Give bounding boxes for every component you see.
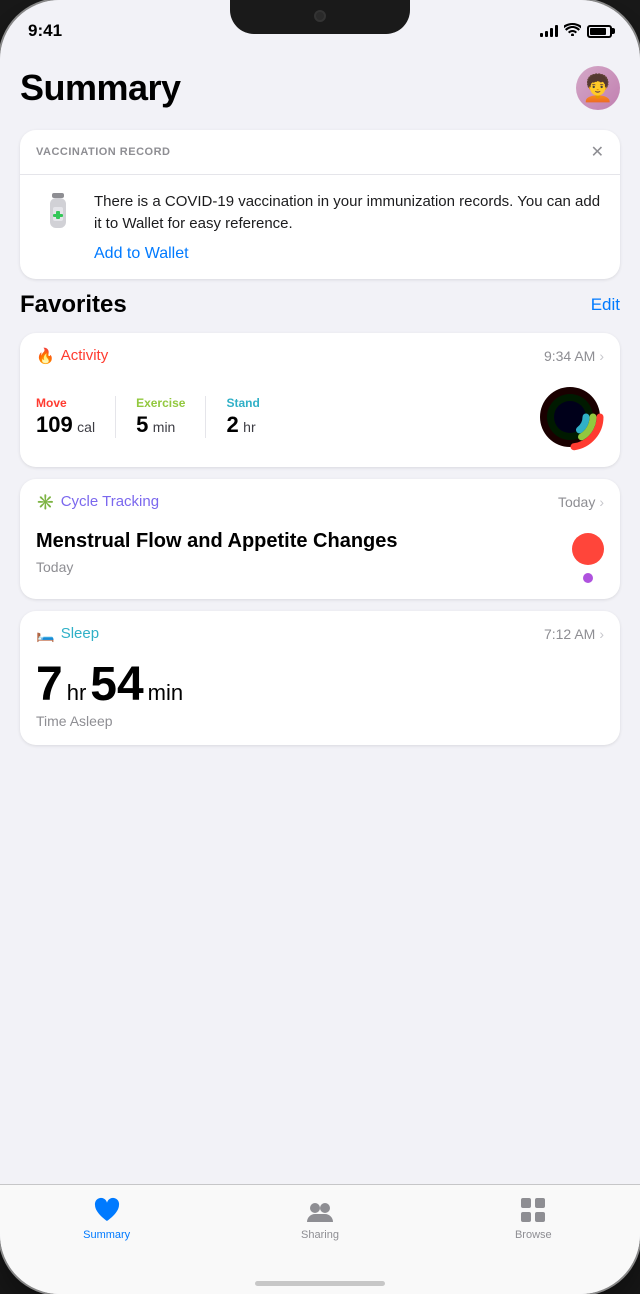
cycle-body: Menstrual Flow and Appetite Changes Toda…	[20, 521, 620, 599]
vaccination-body: There is a COVID-19 vaccination in your …	[20, 175, 620, 279]
activity-ring	[536, 383, 604, 451]
summary-tab-label: Summary	[83, 1229, 130, 1241]
phone-screen: 9:41	[0, 0, 640, 1294]
sleep-card-header: 🛏️ Sleep 7:12 AM ›	[20, 611, 620, 653]
favorites-section-header: Favorites Edit	[20, 291, 620, 319]
favorites-title: Favorites	[20, 291, 127, 319]
activity-time: 9:34 AM ›	[544, 348, 604, 364]
exercise-label: Exercise	[136, 396, 185, 410]
activity-body: Move 109 cal Exercise 5 min	[20, 375, 620, 467]
status-time: 9:41	[28, 21, 62, 41]
sleep-minutes-unit: min	[148, 680, 183, 706]
stand-label: Stand	[226, 396, 259, 410]
activity-stats: Move 109 cal Exercise 5 min	[36, 396, 536, 438]
wifi-icon	[564, 23, 581, 39]
sleep-card[interactable]: 🛏️ Sleep 7:12 AM › 7 hr 54 min T	[20, 611, 620, 745]
stand-unit: hr	[243, 419, 255, 435]
exercise-stat: Exercise 5 min	[136, 396, 206, 438]
chevron-right-icon: ›	[599, 494, 604, 510]
move-label: Move	[36, 396, 95, 410]
tab-sharing[interactable]: Sharing	[213, 1195, 426, 1241]
page-title: Summary	[20, 67, 181, 109]
cycle-info: Menstrual Flow and Appetite Changes Toda…	[36, 529, 572, 575]
chevron-right-icon: ›	[599, 348, 604, 364]
scroll-content[interactable]: Summary 🧑‍🦱 VACCINATION RECORD ✕	[0, 50, 640, 1294]
stand-value: 2 hr	[226, 412, 259, 438]
sleep-hours-unit: hr	[67, 680, 87, 706]
heart-icon	[92, 1195, 122, 1225]
page-header: Summary 🧑‍🦱	[20, 50, 620, 130]
vaccination-card-header: VACCINATION RECORD ✕	[20, 130, 620, 175]
camera	[314, 10, 326, 22]
browse-tab-label: Browse	[515, 1229, 552, 1241]
vaccination-label: VACCINATION RECORD	[36, 146, 170, 158]
symptom-dot	[583, 573, 593, 583]
cycle-description: Menstrual Flow and Appetite Changes	[36, 529, 572, 553]
activity-card-header: 🔥 Activity 9:34 AM ›	[20, 333, 620, 375]
cycle-card[interactable]: ✳️ Cycle Tracking Today › Menstrual Flow…	[20, 479, 620, 599]
signal-icon	[540, 25, 558, 37]
move-stat: Move 109 cal	[36, 396, 116, 438]
sharing-tab-label: Sharing	[301, 1229, 339, 1241]
add-to-wallet-link[interactable]: Add to Wallet	[94, 245, 189, 262]
sleep-body: 7 hr 54 min Time Asleep	[20, 653, 620, 745]
vaccine-icon	[36, 191, 80, 235]
cycle-date: Today	[36, 559, 572, 575]
exercise-unit: min	[153, 419, 176, 435]
battery-icon	[587, 25, 612, 38]
chevron-right-icon: ›	[599, 626, 604, 642]
status-icons	[540, 23, 612, 39]
tab-browse[interactable]: Browse	[427, 1195, 640, 1241]
flow-dot	[572, 533, 604, 565]
move-value: 109 cal	[36, 412, 95, 438]
vaccination-description: There is a COVID-19 vaccination in your …	[94, 191, 604, 235]
cycle-time: Today ›	[558, 494, 604, 510]
sleep-duration: 7 hr 54 min	[36, 661, 604, 709]
activity-title: 🔥 Activity	[36, 347, 108, 365]
exercise-value: 5 min	[136, 412, 185, 438]
sleep-minutes: 54	[90, 661, 143, 709]
sleep-label: Time Asleep	[36, 713, 604, 729]
tab-summary[interactable]: Summary	[0, 1195, 213, 1241]
cycle-title: ✳️ Cycle Tracking	[36, 493, 159, 511]
tab-bar: Summary Sharing	[0, 1184, 640, 1294]
sharing-icon	[305, 1195, 335, 1225]
sleep-title: 🛏️ Sleep	[36, 625, 99, 643]
vaccination-card: VACCINATION RECORD ✕	[20, 130, 620, 279]
sleep-hours: 7	[36, 661, 63, 709]
vaccination-text: There is a COVID-19 vaccination in your …	[94, 191, 604, 263]
notch	[230, 0, 410, 34]
flame-icon: 🔥	[36, 347, 55, 365]
cycle-icon: ✳️	[36, 493, 55, 511]
sleep-time: 7:12 AM ›	[544, 626, 604, 642]
home-indicator	[255, 1281, 385, 1286]
browse-icon	[518, 1195, 548, 1225]
close-button[interactable]: ✕	[591, 142, 604, 162]
activity-card[interactable]: 🔥 Activity 9:34 AM › Move 109	[20, 333, 620, 467]
stand-stat: Stand 2 hr	[226, 396, 279, 438]
cycle-card-header: ✳️ Cycle Tracking Today ›	[20, 479, 620, 521]
cycle-dots	[572, 529, 604, 583]
sleep-icon: 🛏️	[36, 625, 55, 643]
edit-button[interactable]: Edit	[591, 295, 620, 315]
avatar[interactable]: 🧑‍🦱	[576, 66, 620, 110]
move-unit: cal	[77, 419, 95, 435]
phone-frame: 9:41	[0, 0, 640, 1294]
